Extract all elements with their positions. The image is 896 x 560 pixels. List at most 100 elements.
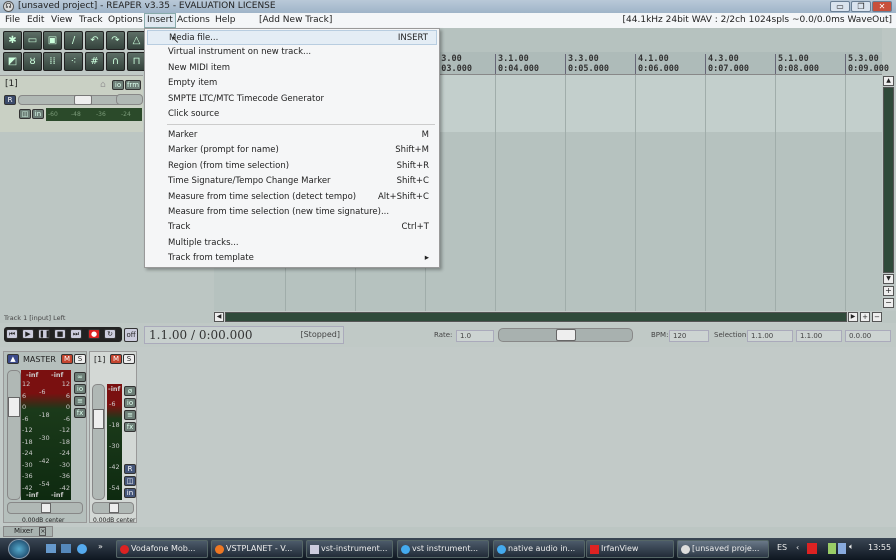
input-button[interactable]: in: [32, 109, 44, 119]
scroll-right-icon[interactable]: ▶: [848, 312, 858, 322]
redo-icon[interactable]: ↷: [106, 31, 125, 50]
menu-item[interactable]: Region (from time selection) Shift+R: [147, 159, 437, 174]
time-display[interactable]: 1.1.00 / 0:00.000 [Stopped]: [144, 326, 344, 344]
menu-options[interactable]: Options: [108, 13, 143, 28]
hzoom-in-icon[interactable]: +: [860, 312, 870, 322]
master-collapse-icon[interactable]: ▲: [7, 354, 19, 364]
volume-slider[interactable]: [18, 95, 123, 105]
menu-insert[interactable]: Insert: [144, 13, 176, 28]
zoom-out-icon[interactable]: −: [883, 298, 894, 308]
menu-item[interactable]: Empty item: [147, 76, 437, 91]
off-button[interactable]: off: [124, 328, 138, 342]
track1-phase-icon[interactable]: ø: [124, 386, 136, 396]
track1-mute-button[interactable]: M: [110, 354, 122, 364]
track1-input-button[interactable]: in: [124, 488, 136, 498]
menu-item[interactable]: Measure from time selection (detect temp…: [147, 190, 437, 205]
undo-icon[interactable]: ↶: [85, 31, 104, 50]
rate-slider[interactable]: [498, 328, 633, 342]
tray-expand-icon[interactable]: ‹: [796, 543, 799, 552]
scroll-thumb[interactable]: [883, 87, 894, 273]
stop-icon[interactable]: ■: [54, 329, 66, 339]
open-icon[interactable]: ▭: [23, 31, 42, 50]
track1-record-arm-button[interactable]: R: [124, 464, 136, 474]
master-pan-slider[interactable]: [7, 502, 83, 514]
record-icon[interactable]: ●: [88, 329, 100, 339]
show-desktop-icon[interactable]: [46, 544, 56, 553]
menu-item[interactable]: Marker (prompt for name) Shift+M: [147, 143, 437, 158]
menu-item[interactable]: Multiple tracks...: [147, 236, 437, 251]
quicklaunch-more-icon[interactable]: »: [98, 542, 103, 551]
bpm-field[interactable]: 120: [669, 330, 709, 342]
taskbar-item[interactable]: native audio in...: [493, 540, 585, 558]
menu-item[interactable]: Virtual instrument on new track...: [147, 45, 437, 60]
master-fx-button[interactable]: fx: [74, 408, 86, 418]
go-end-icon[interactable]: ⏭: [70, 329, 82, 339]
snap-grid-icon[interactable]: #: [85, 52, 104, 71]
grouping-icon[interactable]: ȣ: [23, 52, 42, 71]
add-new-track-button[interactable]: [Add New Track]: [259, 13, 332, 28]
hzoom-out-icon[interactable]: −: [872, 312, 882, 322]
rate-field[interactable]: 1.0: [456, 330, 494, 342]
mixer-close-icon[interactable]: ×: [39, 527, 47, 536]
minimize-button[interactable]: ▭: [830, 1, 850, 12]
vertical-scrollbar[interactable]: ▲ ▼ + −: [882, 75, 896, 311]
selection-length-field[interactable]: 0.0.00: [845, 330, 891, 342]
folder-icon[interactable]: ⌂: [100, 80, 106, 90]
menu-item[interactable]: Track from template ▸: [147, 251, 437, 266]
menu-item[interactable]: Measure from time selection (new time si…: [147, 205, 437, 220]
master-io-button[interactable]: io: [74, 384, 86, 394]
track1-fx-button[interactable]: fx: [124, 422, 136, 432]
io-button[interactable]: io: [112, 80, 124, 90]
track1-fxm-button[interactable]: ≡: [124, 410, 136, 420]
close-button[interactable]: ✕: [872, 1, 892, 12]
hscroll-thumb[interactable]: [225, 312, 847, 322]
grid-icon[interactable]: ⁞⁞: [43, 52, 62, 71]
go-start-icon[interactable]: ⏮: [6, 329, 18, 339]
start-button[interactable]: [8, 539, 30, 559]
taskbar-item[interactable]: vst instrument...: [397, 540, 489, 558]
fx-button[interactable]: frm: [125, 80, 141, 90]
new-project-icon[interactable]: ✱: [3, 31, 22, 50]
settings-wrench-icon[interactable]: /: [64, 31, 83, 50]
taskbar-item[interactable]: VSTPLANET - V...: [211, 540, 303, 558]
battery-icon[interactable]: [828, 543, 836, 554]
track-control-panel[interactable]: [1] ⌂ io frm R ◫ in -60 -48 -36 -24: [0, 75, 143, 132]
play-icon[interactable]: ▶: [22, 329, 34, 339]
menu-item[interactable]: New MIDI item: [147, 61, 437, 76]
envelope-icon[interactable]: ◩: [3, 52, 22, 71]
menu-item[interactable]: SMPTE LTC/MTC Timecode Generator: [147, 92, 437, 107]
pause-icon[interactable]: ❚❚: [38, 329, 51, 339]
menu-item[interactable]: Marker M: [147, 128, 437, 143]
repeat-icon[interactable]: ↻: [104, 329, 116, 339]
selection-start-field[interactable]: 1.1.00: [747, 330, 793, 342]
master-solo-button[interactable]: S: [74, 354, 86, 364]
track1-io-button[interactable]: io: [124, 398, 136, 408]
selection-end-field[interactable]: 1.1.00: [796, 330, 842, 342]
scroll-up-icon[interactable]: ▲: [883, 76, 894, 86]
horizontal-scrollbar[interactable]: ◀ ▶ + −: [214, 311, 882, 323]
volume-icon[interactable]: 🔈︎: [849, 542, 854, 552]
clock[interactable]: 13:55: [868, 543, 891, 552]
taskbar-item[interactable]: Vodafone Mob...: [116, 540, 208, 558]
master-volume-fader[interactable]: [7, 370, 21, 500]
track1-solo-button[interactable]: S: [123, 354, 135, 364]
restore-button[interactable]: ❐: [851, 1, 871, 12]
taskbar-item[interactable]: vst-instrument...: [306, 540, 393, 558]
menu-item[interactable]: Media file... INSERT: [147, 30, 437, 45]
menu-item[interactable]: Time Signature/Tempo Change Marker Shift+…: [147, 174, 437, 189]
ripple-icon[interactable]: ⁖: [64, 52, 83, 71]
track1-pan-slider[interactable]: [92, 502, 134, 514]
taskbar-item[interactable]: IrfanView: [586, 540, 674, 558]
mixer-tab[interactable]: Mixer ×: [3, 526, 53, 537]
magnet-icon[interactable]: ∩: [106, 52, 125, 71]
tray-app-icon[interactable]: [807, 543, 817, 554]
track1-monitor-icon[interactable]: ◫: [124, 476, 136, 486]
rate-slider-knob[interactable]: [555, 329, 576, 341]
master-fxm-button[interactable]: ≡: [74, 396, 86, 406]
menu-item[interactable]: Click source: [147, 107, 437, 122]
network-icon[interactable]: [838, 543, 846, 554]
zoom-in-icon[interactable]: +: [883, 286, 894, 296]
ie-icon[interactable]: [77, 544, 87, 554]
menu-track[interactable]: Track: [79, 13, 103, 28]
language-indicator[interactable]: ES: [777, 543, 787, 552]
